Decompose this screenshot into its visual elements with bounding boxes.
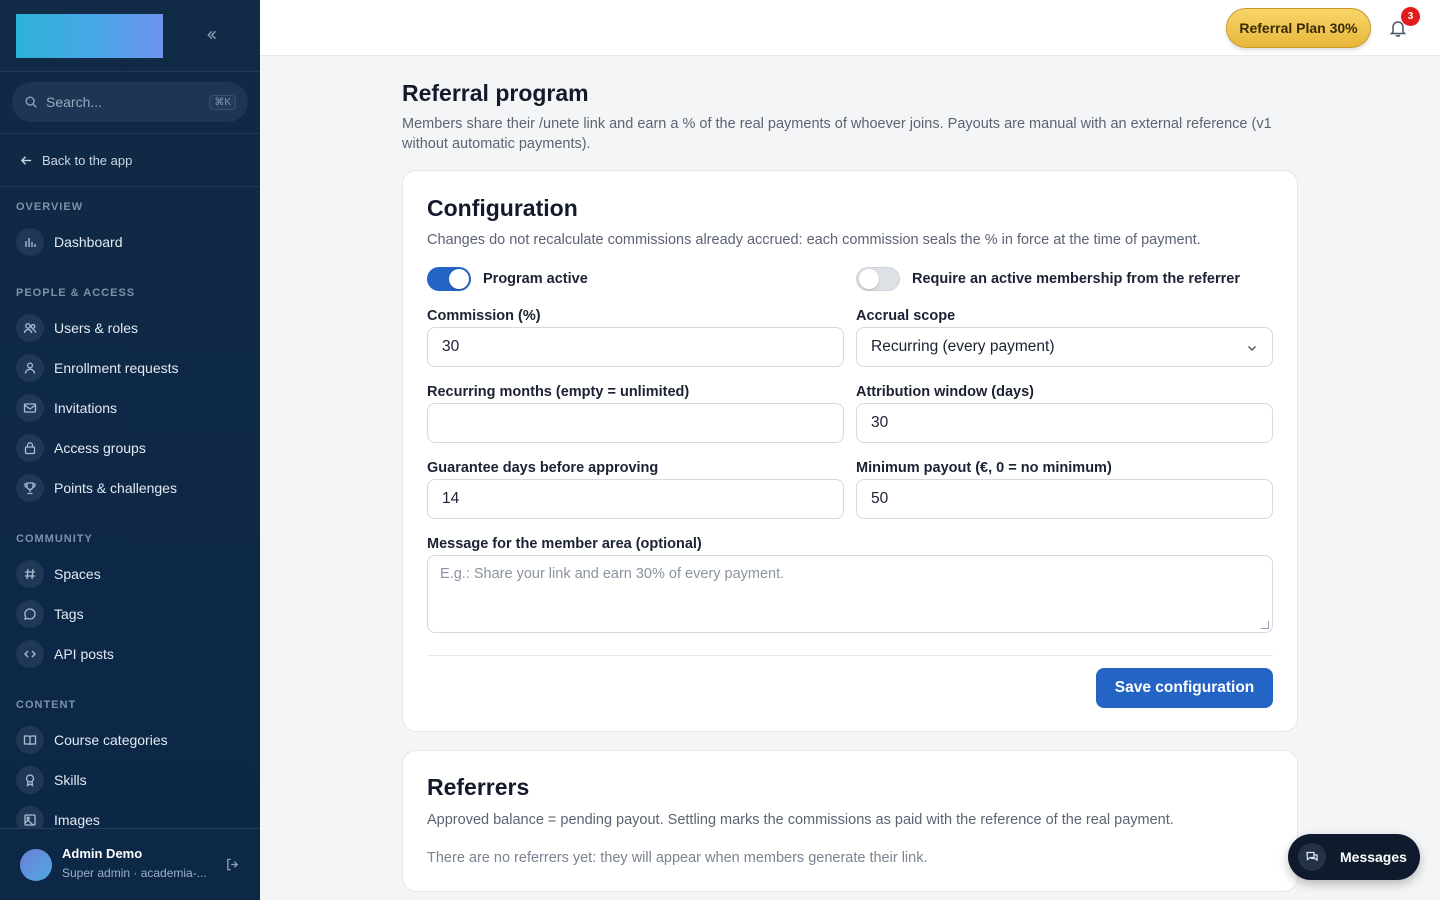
sidebar-item-access-groups[interactable]: Access groups — [16, 434, 146, 462]
user-name: Admin Demo — [62, 846, 143, 861]
user-role: Super admin · academia-... — [62, 866, 207, 880]
attribution-window-input[interactable]: 30 — [856, 403, 1273, 443]
search-input[interactable]: Search... ⌘K — [12, 82, 248, 122]
member-message-textarea[interactable]: E.g.: Share your link and earn 30% of ev… — [427, 555, 1273, 633]
search-placeholder: Search... — [46, 94, 103, 110]
chevron-down-icon — [1248, 346, 1256, 351]
minimum-payout-value: 50 — [871, 490, 889, 507]
configuration-title: Configuration — [427, 195, 578, 221]
collapse-sidebar-icon[interactable] — [202, 26, 220, 44]
sidebar-item-label: Course categories — [54, 732, 168, 748]
require-membership-toggle[interactable] — [856, 267, 900, 291]
sidebar-item-label: Images — [54, 812, 100, 828]
require-membership-label: Require an active membership from the re… — [912, 271, 1240, 287]
bar-chart-icon — [16, 228, 44, 256]
commission-label: Commission (%) — [427, 308, 541, 324]
resize-handle[interactable] — [1261, 621, 1269, 629]
section-community: COMMUNITY — [16, 533, 93, 545]
search-icon — [25, 96, 37, 108]
configuration-subtitle: Changes do not recalculate commissions a… — [427, 232, 1201, 248]
sidebar-item-course-categories[interactable]: Course categories — [16, 726, 168, 754]
messages-label: Messages — [1340, 849, 1407, 865]
sidebar-item-label: Enrollment requests — [54, 360, 179, 376]
sidebar-item-api-posts[interactable]: API posts — [16, 640, 114, 668]
recurring-months-label: Recurring months (empty = unlimited) — [427, 384, 690, 400]
accrual-scope-value: Recurring (every payment) — [871, 338, 1055, 355]
referral-plan-badge[interactable]: Referral Plan 30% — [1226, 8, 1371, 48]
trophy-icon — [16, 474, 44, 502]
topbar: Referral Plan 30% 3 — [260, 0, 1440, 56]
referrers-title: Referrers — [427, 774, 530, 800]
section-overview: OVERVIEW — [16, 201, 84, 213]
logout-icon[interactable] — [225, 857, 240, 872]
user-profile[interactable]: Admin Demo Super admin · academia-... — [0, 828, 260, 900]
sidebar-item-users[interactable]: Users & roles — [16, 314, 138, 342]
sidebar-item-label: Skills — [54, 772, 87, 788]
notification-count-badge: 3 — [1401, 7, 1420, 26]
users-icon — [16, 314, 44, 342]
chat-bubble-icon — [16, 600, 44, 628]
back-to-app-link[interactable]: Back to the app — [0, 134, 260, 187]
hash-icon — [16, 560, 44, 588]
sidebar-item-tags[interactable]: Tags — [16, 600, 84, 628]
arrow-left-icon — [20, 155, 32, 165]
recurring-months-input[interactable] — [427, 403, 844, 443]
minimum-payout-input[interactable]: 50 — [856, 479, 1273, 519]
sidebar-item-label: Tags — [54, 606, 84, 622]
sidebar: Search... ⌘K Back to the app OVERVIEW Da… — [0, 0, 260, 900]
sidebar-search-area: Search... ⌘K — [0, 72, 260, 134]
sidebar-item-label: Points & challenges — [54, 480, 177, 496]
section-people-access: PEOPLE & ACCESS — [16, 287, 136, 299]
brand-logo[interactable] — [16, 14, 163, 58]
sidebar-item-skills[interactable]: Skills — [16, 766, 87, 794]
avatar — [20, 849, 52, 881]
section-content: CONTENT — [16, 699, 77, 711]
book-open-icon — [16, 726, 44, 754]
sidebar-item-label: Spaces — [54, 566, 101, 582]
page-description: Members share their /unete link and earn… — [402, 116, 1272, 152]
referrers-subtitle: Approved balance = pending payout. Settl… — [427, 812, 1174, 828]
sidebar-item-invitations[interactable]: Invitations — [16, 394, 117, 422]
referrers-empty-state: There are no referrers yet: they will ap… — [427, 850, 928, 866]
messages-button[interactable]: Messages — [1288, 834, 1420, 880]
guarantee-days-value: 14 — [442, 490, 460, 507]
sidebar-item-points-challenges[interactable]: Points & challenges — [16, 474, 177, 502]
award-icon — [16, 766, 44, 794]
lock-icon — [16, 434, 44, 462]
sidebar-item-dashboard[interactable]: Dashboard — [16, 228, 123, 256]
mail-icon — [16, 394, 44, 422]
messages-icon — [1298, 843, 1326, 871]
sidebar-header — [0, 0, 260, 72]
sidebar-item-spaces[interactable]: Spaces — [16, 560, 101, 588]
sidebar-item-label: Dashboard — [54, 234, 123, 250]
guarantee-days-label: Guarantee days before approving — [427, 460, 659, 476]
guarantee-days-input[interactable]: 14 — [427, 479, 844, 519]
program-active-toggle[interactable] — [427, 267, 471, 291]
program-active-label: Program active — [483, 271, 588, 287]
attribution-window-value: 30 — [871, 414, 889, 431]
configuration-card: Configuration Changes do not recalculate… — [402, 170, 1298, 732]
attribution-window-label: Attribution window (days) — [856, 384, 1035, 400]
save-configuration-button[interactable]: Save configuration — [1096, 668, 1273, 708]
sidebar-item-label: Access groups — [54, 440, 146, 456]
commission-value: 30 — [442, 338, 460, 355]
page-title: Referral program — [402, 80, 589, 106]
accrual-scope-label: Accrual scope — [856, 308, 956, 324]
code-icon — [16, 640, 44, 668]
referrers-card: Referrers Approved balance = pending pay… — [402, 750, 1298, 892]
member-message-placeholder: E.g.: Share your link and earn 30% of ev… — [440, 566, 785, 582]
accrual-scope-select[interactable]: Recurring (every payment) — [856, 327, 1273, 367]
commission-input[interactable]: 30 — [427, 327, 844, 367]
divider — [427, 655, 1273, 656]
sidebar-item-label: API posts — [54, 646, 114, 662]
sidebar-item-enrollment-requests[interactable]: Enrollment requests — [16, 354, 179, 382]
member-message-label: Message for the member area (optional) — [427, 536, 702, 552]
user-icon — [16, 354, 44, 382]
sidebar-item-label: Invitations — [54, 400, 118, 416]
minimum-payout-label: Minimum payout (€, 0 = no minimum) — [856, 460, 1112, 476]
back-label: Back to the app — [42, 152, 133, 168]
sidebar-item-label: Users & roles — [54, 320, 139, 336]
search-shortcut: ⌘K — [209, 94, 236, 110]
